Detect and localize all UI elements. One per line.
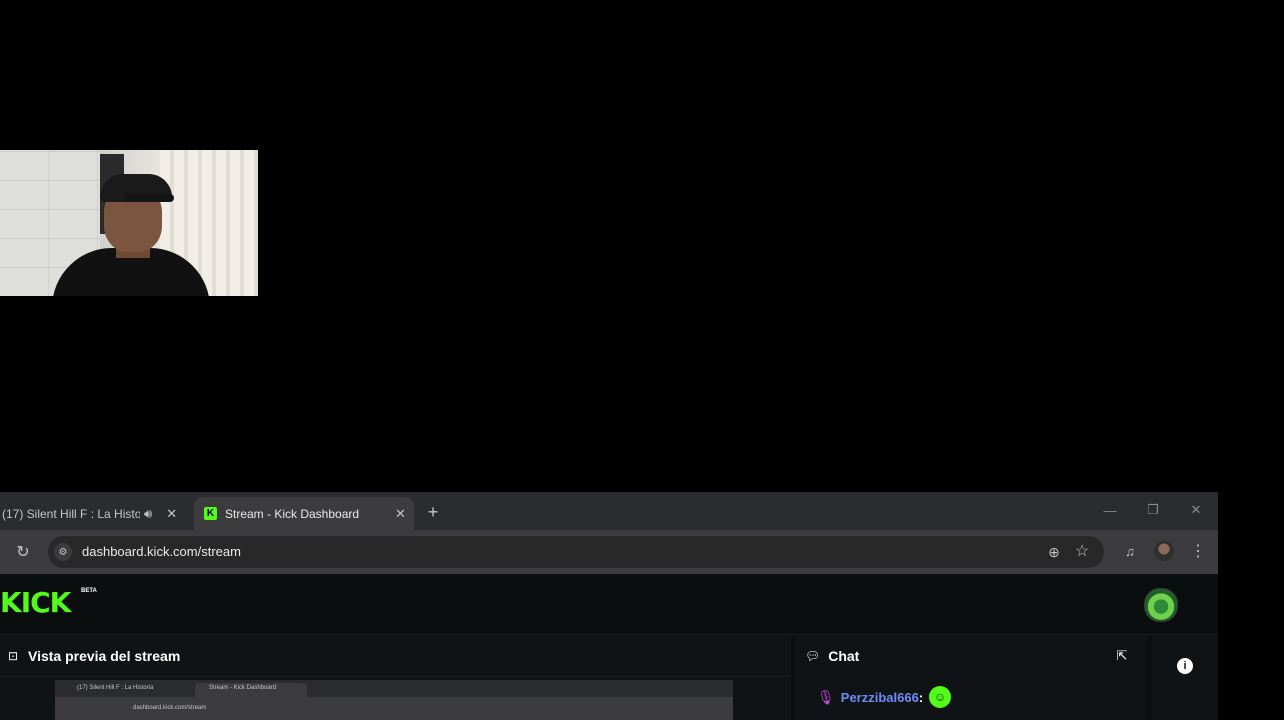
chat-title: Chat (828, 648, 860, 664)
webcam-overlay (0, 150, 258, 296)
microphone-icon: 🎙︎ (817, 688, 835, 705)
reload-icon[interactable]: ↻ (12, 541, 34, 563)
bookmark-star-icon[interactable]: ☆ (1072, 541, 1092, 561)
url-text[interactable]: dashboard.kick.com/stream (82, 544, 241, 559)
media-control-icon[interactable]: ♫ (1120, 541, 1140, 561)
chat-bubble-icon: 💬︎ (805, 649, 821, 663)
user-avatar[interactable] (1144, 588, 1178, 622)
tab-strip: (17) Silent Hill F : La Historia 🔊︎ ✕ K … (0, 492, 1218, 530)
side-panel: i (1152, 636, 1218, 720)
tab-title: (17) Silent Hill F : La Historia (2, 506, 140, 521)
restore-icon[interactable]: ❐ (1143, 500, 1163, 520)
nested-tab-2: Stream - Kick Dashboard (195, 683, 307, 697)
nested-tab-1: (17) Silent Hill F : La Historia (77, 685, 154, 691)
browser-toolbar: ↻ ⚙ dashboard.kick.com/stream ⊕ ☆ ♫ ⋮ (0, 530, 1218, 574)
chat-username[interactable]: Perzzibal666 (841, 690, 919, 705)
beta-badge: BETA (81, 588, 97, 594)
preview-video: (17) Silent Hill F : La Historia Stream … (55, 680, 733, 720)
kick-favicon-icon: K (204, 507, 217, 520)
info-icon[interactable]: i (1177, 658, 1193, 674)
preview-icon: ⊡ (7, 649, 19, 663)
site-info-icon[interactable]: ⚙ (54, 543, 72, 561)
speaker-icon[interactable]: 🔊︎ (144, 506, 152, 522)
browser-window: (17) Silent Hill F : La Historia 🔊︎ ✕ K … (0, 492, 1218, 720)
minimize-icon[interactable]: — (1100, 500, 1120, 520)
address-bar[interactable]: ⚙ dashboard.kick.com/stream ⊕ ☆ (48, 536, 1104, 568)
tab-title: Stream - Kick Dashboard (225, 506, 360, 521)
nested-toolbar: dashboard.kick.com/stream (55, 697, 733, 720)
chat-panel: 💬︎ Chat ⇱ 🎙︎ Perzzibal666 : ☺ (795, 636, 1147, 720)
stream-preview-panel: ⊡ Vista previa del stream (17) Silent Hi… (0, 636, 791, 720)
tab-silent-hill[interactable]: (17) Silent Hill F : La Historia 🔊︎ ✕ (0, 497, 192, 530)
preview-title: Vista previa del stream (28, 648, 181, 664)
profile-avatar[interactable] (1154, 541, 1174, 561)
close-icon[interactable]: ✕ (395, 506, 406, 522)
menu-dots-icon[interactable]: ⋮ (1188, 541, 1208, 561)
chat-message: 🎙︎ Perzzibal666 : ☺ (817, 686, 952, 708)
kick-header: KICK BETA (0, 574, 1218, 635)
new-tab-button[interactable]: + (424, 500, 442, 524)
nested-tab-strip: (17) Silent Hill F : La Historia Stream … (55, 680, 733, 697)
nested-url: dashboard.kick.com/stream (133, 705, 207, 711)
preview-header: ⊡ Vista previa del stream (0, 636, 791, 677)
chat-header: 💬︎ Chat ⇱ (795, 636, 1147, 676)
chat-separator: : (918, 689, 924, 705)
zoom-icon[interactable]: ⊕ (1044, 542, 1064, 562)
close-icon[interactable]: ✕ (166, 506, 177, 522)
kick-dashboard-page: KICK BETA ⊡ Vista previa del stream (17)… (0, 574, 1218, 720)
webcam-person-cap-brim (124, 194, 174, 202)
tab-kick-dashboard[interactable]: K Stream - Kick Dashboard ✕ (194, 497, 414, 530)
kick-logo[interactable]: KICK (0, 588, 71, 618)
green-smile-emote-icon: ☺ (929, 686, 952, 708)
close-window-icon[interactable]: ✕ (1186, 500, 1206, 520)
popout-icon[interactable]: ⇱ (1113, 647, 1131, 665)
